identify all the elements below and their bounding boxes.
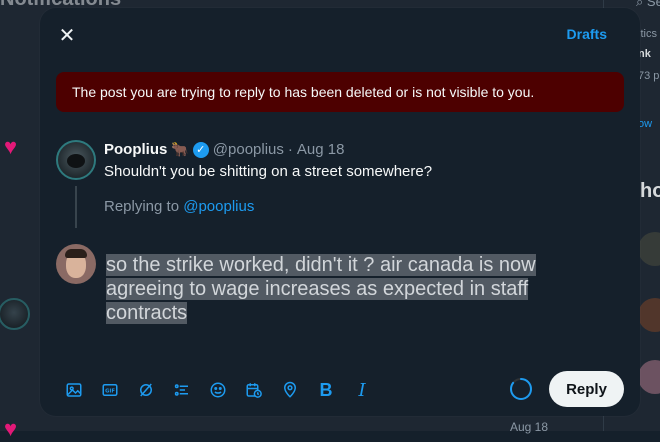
thread-line <box>75 186 77 228</box>
compose-toolbar: GIF B I <box>56 375 380 405</box>
poll-icon[interactable] <box>164 375 200 405</box>
compose-text: so the strike worked, didn't it ? air ca… <box>106 254 536 324</box>
image-icon[interactable] <box>56 375 92 405</box>
bold-icon[interactable]: B <box>308 375 344 405</box>
background-avatar <box>638 298 660 332</box>
background-snippet: itics <box>638 28 657 40</box>
reply-button[interactable]: Reply <box>549 371 624 407</box>
user-avatar[interactable] <box>56 244 96 284</box>
heart-icon: ♥ <box>4 416 18 441</box>
original-author-handle[interactable]: @pooplius <box>213 141 284 158</box>
character-count-ring <box>510 378 532 400</box>
original-author-name[interactable]: Pooplius <box>104 141 167 158</box>
svg-text:GIF: GIF <box>105 389 115 395</box>
reply-modal: ✕ Drafts The post you are trying to repl… <box>40 8 640 416</box>
close-icon: ✕ <box>58 24 76 47</box>
replying-to-handle[interactable]: @pooplius <box>183 198 254 215</box>
background-avatar <box>0 298 30 330</box>
original-author-avatar[interactable] <box>56 140 96 180</box>
original-post-text: Shouldn't you be shitting on a street so… <box>104 163 433 180</box>
close-button[interactable]: ✕ <box>54 22 80 48</box>
background-avatar <box>638 232 660 266</box>
gif-icon[interactable]: GIF <box>92 375 128 405</box>
verified-badge-icon: ✓ <box>192 141 209 158</box>
error-banner: The post you are trying to reply to has … <box>56 72 624 112</box>
original-post-date[interactable]: Aug 18 <box>297 141 345 158</box>
background-snippet: 73 p <box>638 70 660 82</box>
drafts-button[interactable]: Drafts <box>567 26 607 42</box>
heart-icon: ♥ <box>4 134 18 159</box>
background-snippet: ow <box>638 118 653 130</box>
original-post-header: Pooplius 🐂 ✓ @pooplius · Aug 18 <box>104 141 344 158</box>
reply-compose-input[interactable]: so the strike worked, didn't it ? air ca… <box>106 253 576 325</box>
replying-to-line: Replying to @pooplius <box>104 198 254 215</box>
background-heading: ho <box>640 180 660 202</box>
background-search: ⌕ Sea <box>636 0 660 9</box>
grok-icon[interactable] <box>128 375 164 405</box>
background-avatar <box>638 360 660 394</box>
emoji-icon[interactable] <box>200 375 236 405</box>
meta-separator: · <box>287 141 293 158</box>
location-icon[interactable] <box>272 375 308 405</box>
replying-to-prefix: Replying to <box>104 198 180 215</box>
bull-emoji-icon: 🐂 <box>171 141 189 157</box>
italic-icon[interactable]: I <box>344 375 380 405</box>
schedule-icon[interactable] <box>236 375 272 405</box>
background-date: Aug 18 <box>510 420 549 434</box>
